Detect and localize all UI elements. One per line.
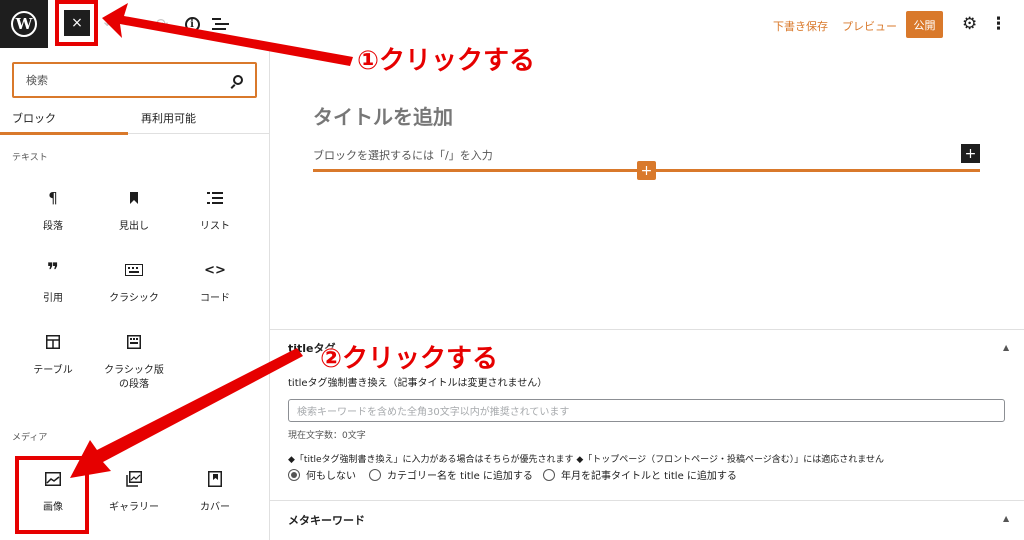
insert-block-here-button[interactable]: + [637,161,656,180]
more-options-icon[interactable]: ⋮ [990,14,1007,34]
plus-icon: + [964,145,977,162]
block-table[interactable]: テーブル [13,332,93,378]
classic-paragraph-icon [94,332,174,352]
radio-add-date[interactable]: 年月を記事タイトルと title に追加する [543,467,737,482]
post-title-input[interactable]: タイトルを追加 [313,101,453,130]
radio-do-nothing[interactable]: 何もしない [288,467,356,482]
details-button[interactable]: i [182,14,202,34]
block-search-input[interactable]: 検索 [12,62,257,98]
cover-icon [175,469,255,489]
undo-icon[interactable]: ↶ [100,14,120,34]
quote-icon: ❞ [47,258,59,282]
block-paragraph[interactable]: ¶ 段落 [13,188,93,234]
add-block-button[interactable]: + [961,144,980,163]
wordpress-logo-button[interactable]: W [0,0,48,48]
keyboard-icon [94,260,174,280]
collapse-caret-icon[interactable]: ▲ [1003,343,1009,352]
wordpress-logo-icon: W [11,11,37,37]
annotation-highlight-box [55,0,98,46]
plus-icon: + [640,162,653,179]
block-gallery[interactable]: ギャラリー [94,469,174,515]
category-text: テキスト [12,153,48,163]
title-tag-input[interactable]: 検索キーワードを含めた全角30文字以内が推奨されています [288,399,1005,422]
publish-button[interactable]: 公開 [906,11,943,38]
tab-reusable[interactable]: 再利用可能 [141,110,196,126]
tab-blocks[interactable]: ブロック [12,110,56,126]
annotation-highlight-box [15,456,89,534]
annotation-step2: ②クリックする [320,344,499,374]
block-list[interactable]: リスト [175,188,255,234]
paragraph-icon: ¶ [48,189,58,207]
meta-panel-divider [270,500,1024,501]
list-icon [175,188,255,208]
save-draft-button[interactable]: 下書き保存 [773,18,828,34]
character-count: 現在文字数：0文字 [288,431,366,441]
bookmark-icon [94,188,174,208]
block-classic[interactable]: クラシック [94,260,174,306]
collapse-caret-icon[interactable]: ▲ [1003,514,1009,523]
code-icon: <> [204,262,226,278]
title-tag-note: ◆「titleタグ強制書き換え」に入力がある場合はそちらが優先されます ◆「トッ… [288,455,884,465]
radio-checked-icon [288,468,300,481]
settings-gear-icon[interactable]: ⚙ [962,14,977,34]
list-view-icon [211,18,229,30]
info-icon: i [184,16,200,32]
block-classic-paragraph[interactable]: クラシック版の段落 [94,332,174,392]
preview-button[interactable]: プレビュー [842,18,897,34]
block-cover[interactable]: カバー [175,469,255,515]
block-code[interactable]: <> コード [175,260,255,306]
active-tab-indicator [0,132,128,135]
annotation-step1: ①クリックする [357,46,536,76]
category-media: メディア [12,433,48,443]
block-heading[interactable]: 見出し [94,188,174,234]
inserter-tabs: ブロック 再利用可能 [0,104,269,135]
gallery-icon [94,469,174,489]
search-placeholder: 検索 [26,74,48,87]
meta-panel-divider [270,329,1024,330]
radio-add-category[interactable]: カテゴリー名を title に追加する [369,467,533,482]
title-tag-description: titleタグ強制書き換え（記事タイトルは変更されません） [288,378,548,389]
list-view-button[interactable] [210,14,230,34]
radio-unchecked-icon [369,468,381,481]
block-placeholder[interactable]: ブロックを選択するには「/」を入力 [313,147,493,163]
redo-icon[interactable]: ↷ [152,14,172,34]
block-quote[interactable]: ❞ 引用 [13,258,93,306]
radio-unchecked-icon [543,468,555,481]
meta-keywords-panel-heading[interactable]: メタキーワード [288,512,365,528]
search-icon [233,75,243,85]
table-icon [13,332,93,352]
